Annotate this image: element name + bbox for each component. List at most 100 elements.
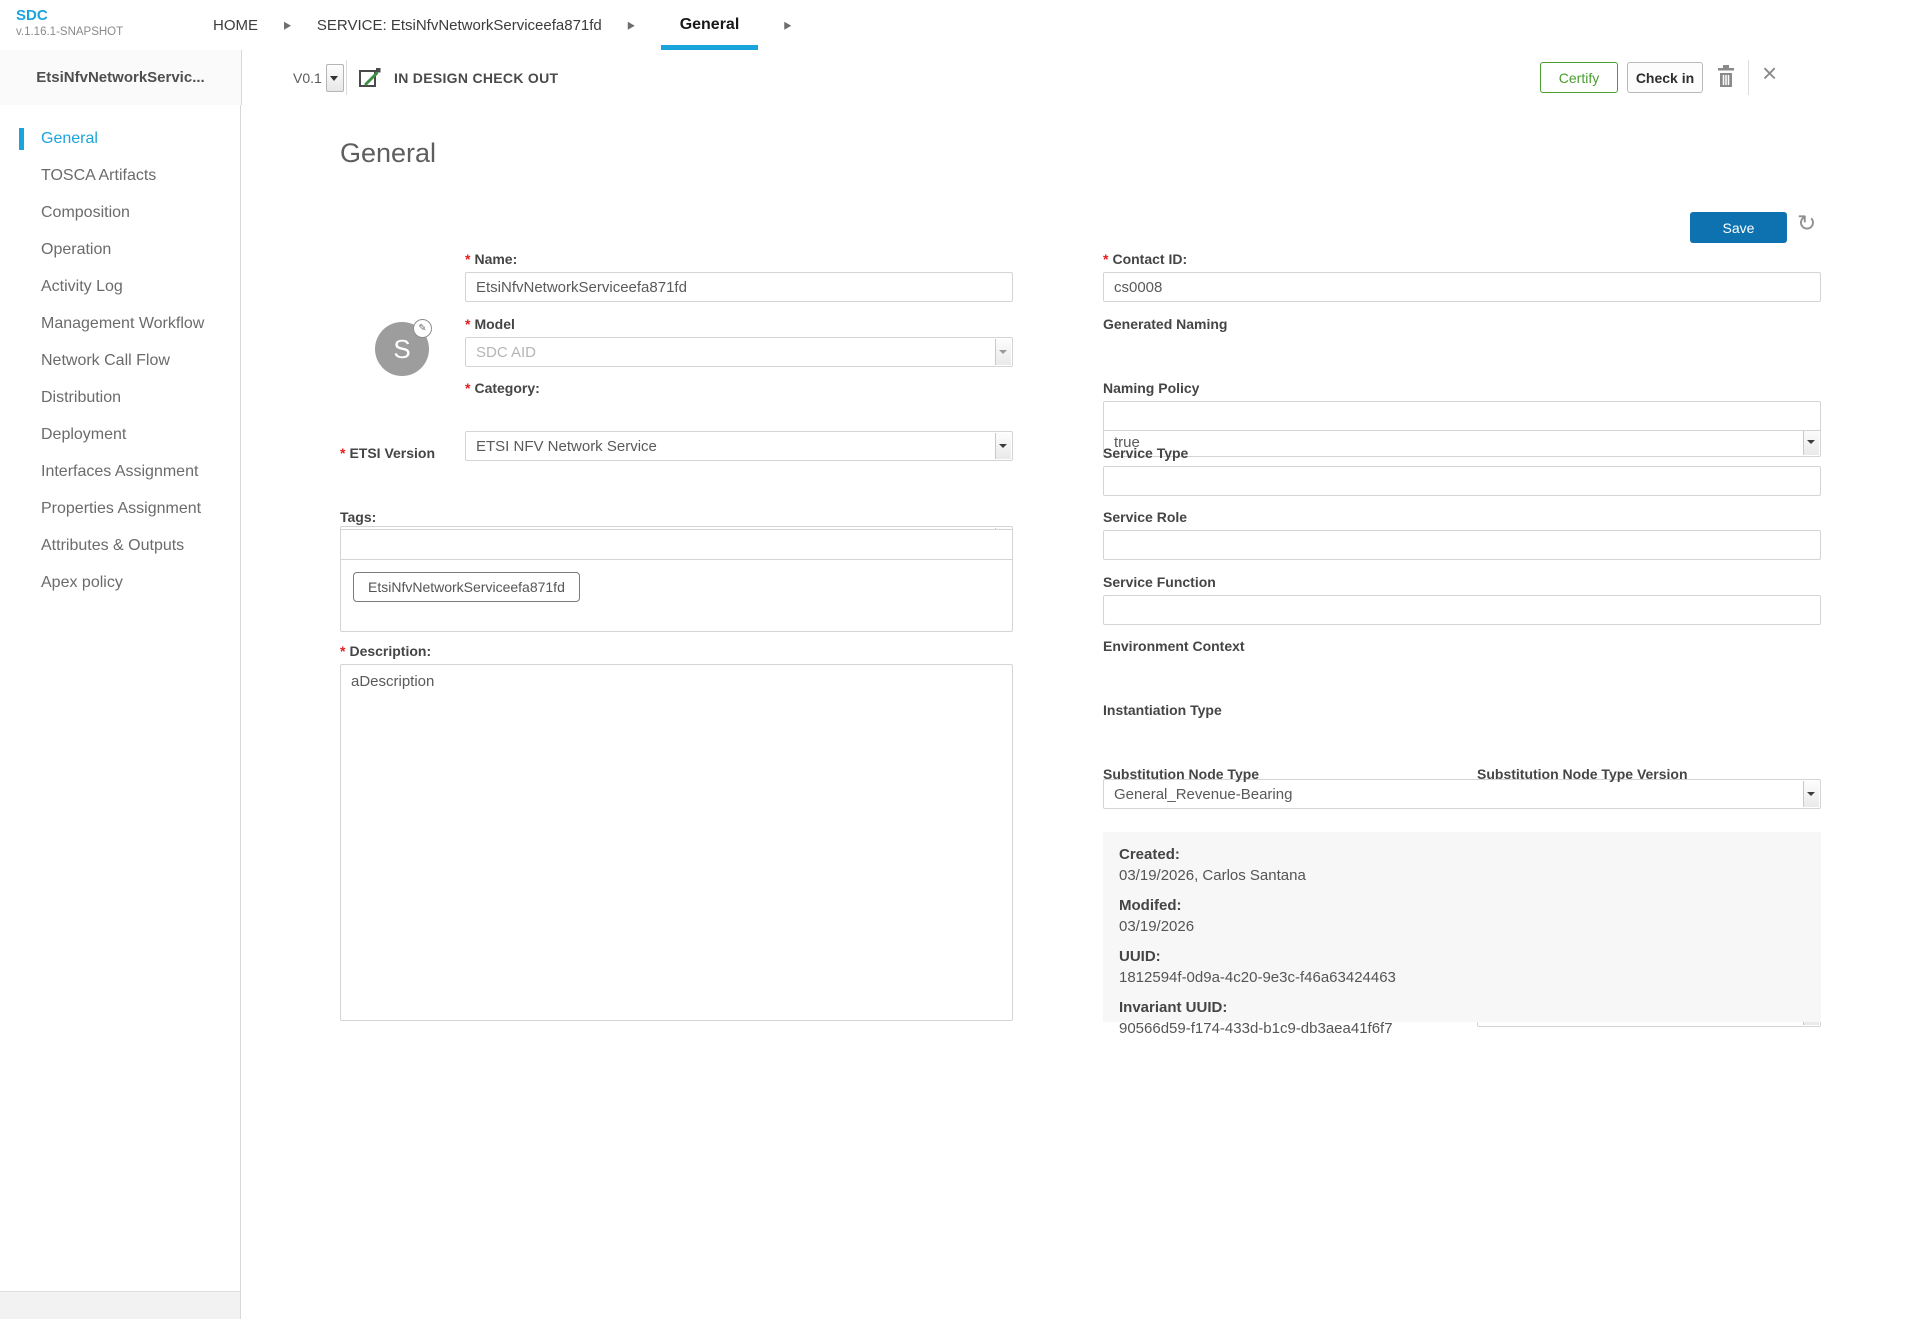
app-logo: SDC v.1.16.1-SNAPSHOT — [16, 7, 123, 40]
environment-context-value: General_Revenue-Bearing — [1114, 786, 1292, 803]
sidebar-item-label: Properties Assignment — [41, 500, 201, 517]
toolbar-divider — [346, 60, 347, 95]
modified-value: 03/19/2026 — [1119, 918, 1805, 935]
in-design-icon — [357, 65, 382, 90]
chevron-down-icon — [1803, 781, 1819, 807]
sidebar-item-properties-assignment[interactable]: Properties Assignment — [0, 490, 240, 527]
contact-id-input[interactable] — [1103, 272, 1821, 302]
sidebar-item-label: Operation — [41, 241, 111, 258]
sidebar-item-operation[interactable]: Operation — [0, 231, 240, 268]
breadcrumb-home[interactable]: HOME — [213, 17, 258, 34]
sidebar-item-label: Management Workflow — [41, 315, 204, 332]
required-marker: * — [465, 380, 470, 396]
chevron-down-icon — [995, 339, 1011, 365]
chevron-down-icon — [1803, 429, 1819, 455]
sidebar: General TOSCA Artifacts Composition Oper… — [0, 105, 241, 1319]
model-value: SDC AID — [476, 344, 536, 361]
sidebar-item-label: Attributes & Outputs — [41, 537, 184, 554]
chevron-down-icon — [995, 433, 1011, 459]
sidebar-item-label: Deployment — [41, 426, 126, 443]
sidebar-item-label: Activity Log — [41, 278, 123, 295]
service-role-label: Service Role — [1103, 509, 1187, 525]
description-textarea[interactable]: aDescription — [340, 664, 1013, 1021]
category-label: *Category: — [465, 380, 540, 396]
contact-id-label: *Contact ID: — [1103, 251, 1187, 267]
service-function-input[interactable] — [1103, 595, 1821, 625]
save-button[interactable]: Save — [1690, 212, 1787, 243]
top-bar: SDC v.1.16.1-SNAPSHOT HOME ▶ SERVICE: Et… — [0, 0, 1920, 51]
model-label: *Model — [465, 316, 515, 332]
generated-naming-select[interactable]: true — [1103, 427, 1821, 457]
created-value: 03/19/2026, Carlos Santana — [1119, 867, 1805, 884]
sidebar-item-composition[interactable]: Composition — [0, 194, 240, 231]
breadcrumb-service[interactable]: SERVICE: EtsiNfvNetworkServiceefa871fd — [317, 17, 602, 34]
sidebar-item-apex-policy[interactable]: Apex policy — [0, 564, 240, 601]
sidebar-item-label: Composition — [41, 204, 130, 221]
tags-input[interactable] — [341, 530, 1012, 560]
delete-icon[interactable] — [1716, 65, 1736, 89]
sidebar-item-label: Apex policy — [41, 574, 123, 591]
tags-box: EtsiNfvNetworkServiceefa871fd — [340, 529, 1013, 632]
invariant-uuid-value: 90566d59-f174-433d-b1c9-db3aea41f6f7 — [1119, 1020, 1805, 1037]
page-title: General — [340, 138, 436, 169]
tag-chip[interactable]: EtsiNfvNetworkServiceefa871fd — [353, 572, 580, 602]
name-label: *Name: — [465, 251, 517, 267]
sidebar-item-general[interactable]: General — [0, 120, 240, 157]
category-value: ETSI NFV Network Service — [476, 438, 657, 455]
toolbar-divider — [1748, 60, 1749, 95]
required-marker: * — [340, 643, 345, 659]
required-marker: * — [465, 316, 470, 332]
naming-policy-input[interactable] — [1103, 401, 1821, 431]
sidebar-item-interfaces-assignment[interactable]: Interfaces Assignment — [0, 453, 240, 490]
main-content: General Save ↻ *Name: S ✎ *Model SDC AID… — [241, 105, 1920, 1319]
app-version: v.1.16.1-SNAPSHOT — [16, 26, 123, 40]
modified-label: Modifed: — [1119, 897, 1805, 914]
etsi-version-label: *ETSI Version — [340, 445, 435, 461]
generated-naming-label: Generated Naming — [1103, 316, 1227, 332]
description-label: *Description: — [340, 643, 431, 659]
close-icon[interactable]: × — [1762, 58, 1777, 89]
sidebar-item-management-workflow[interactable]: Management Workflow — [0, 305, 240, 342]
app-logo-title: SDC — [16, 7, 123, 25]
sidebar-item-network-call-flow[interactable]: Network Call Flow — [0, 342, 240, 379]
sidebar-item-distribution[interactable]: Distribution — [0, 379, 240, 416]
service-type-label: Service Type — [1103, 445, 1188, 461]
lifecycle-status-text: IN DESIGN CHECK OUT — [394, 70, 558, 86]
avatar-letter: S — [393, 334, 410, 365]
metadata-box: Created: 03/19/2026, Carlos Santana Modi… — [1103, 832, 1821, 1022]
sidebar-item-attributes-outputs[interactable]: Attributes & Outputs — [0, 527, 240, 564]
avatar-edit-icon[interactable]: ✎ — [413, 319, 432, 338]
sidebar-footer — [0, 1291, 240, 1319]
environment-context-select[interactable]: General_Revenue-Bearing — [1103, 779, 1821, 809]
category-select[interactable]: ETSI NFV Network Service — [465, 431, 1013, 461]
version-dropdown-icon[interactable] — [326, 64, 344, 92]
check-in-button[interactable]: Check in — [1627, 62, 1703, 93]
refresh-icon[interactable]: ↻ — [1797, 210, 1816, 237]
substitution-node-type-label: Substitution Node Type — [1103, 766, 1259, 782]
invariant-uuid-label: Invariant UUID: — [1119, 999, 1805, 1016]
sidebar-nav: General TOSCA Artifacts Composition Oper… — [0, 105, 240, 601]
instantiation-type-label: Instantiation Type — [1103, 702, 1222, 718]
substitution-node-type-version-label: Substitution Node Type Version — [1477, 766, 1688, 782]
avatar: S ✎ — [375, 322, 429, 376]
name-input[interactable] — [465, 272, 1013, 302]
version-selector[interactable]: V0.1 — [293, 50, 344, 105]
sidebar-item-tosca-artifacts[interactable]: TOSCA Artifacts — [0, 157, 240, 194]
naming-policy-label: Naming Policy — [1103, 380, 1199, 396]
lifecycle-status: IN DESIGN CHECK OUT — [357, 50, 558, 105]
entity-name-header: EtsiNfvNetworkServic... — [0, 50, 242, 106]
service-type-input[interactable] — [1103, 466, 1821, 496]
sidebar-item-deployment[interactable]: Deployment — [0, 416, 240, 453]
certify-button[interactable]: Certify — [1540, 62, 1618, 93]
service-role-input[interactable] — [1103, 530, 1821, 560]
breadcrumb-current-tab[interactable]: General — [661, 0, 759, 50]
sidebar-item-activity-log[interactable]: Activity Log — [0, 268, 240, 305]
model-select[interactable]: SDC AID — [465, 337, 1013, 367]
breadcrumb-arrow-icon: ▶ — [284, 19, 291, 32]
sidebar-item-label: General — [41, 130, 98, 147]
sidebar-item-label: Interfaces Assignment — [41, 463, 198, 480]
environment-context-label: Environment Context — [1103, 638, 1245, 654]
sidebar-item-label: TOSCA Artifacts — [41, 167, 156, 184]
required-marker: * — [1103, 251, 1108, 267]
breadcrumb: HOME ▶ SERVICE: EtsiNfvNetworkServiceefa… — [213, 0, 791, 50]
